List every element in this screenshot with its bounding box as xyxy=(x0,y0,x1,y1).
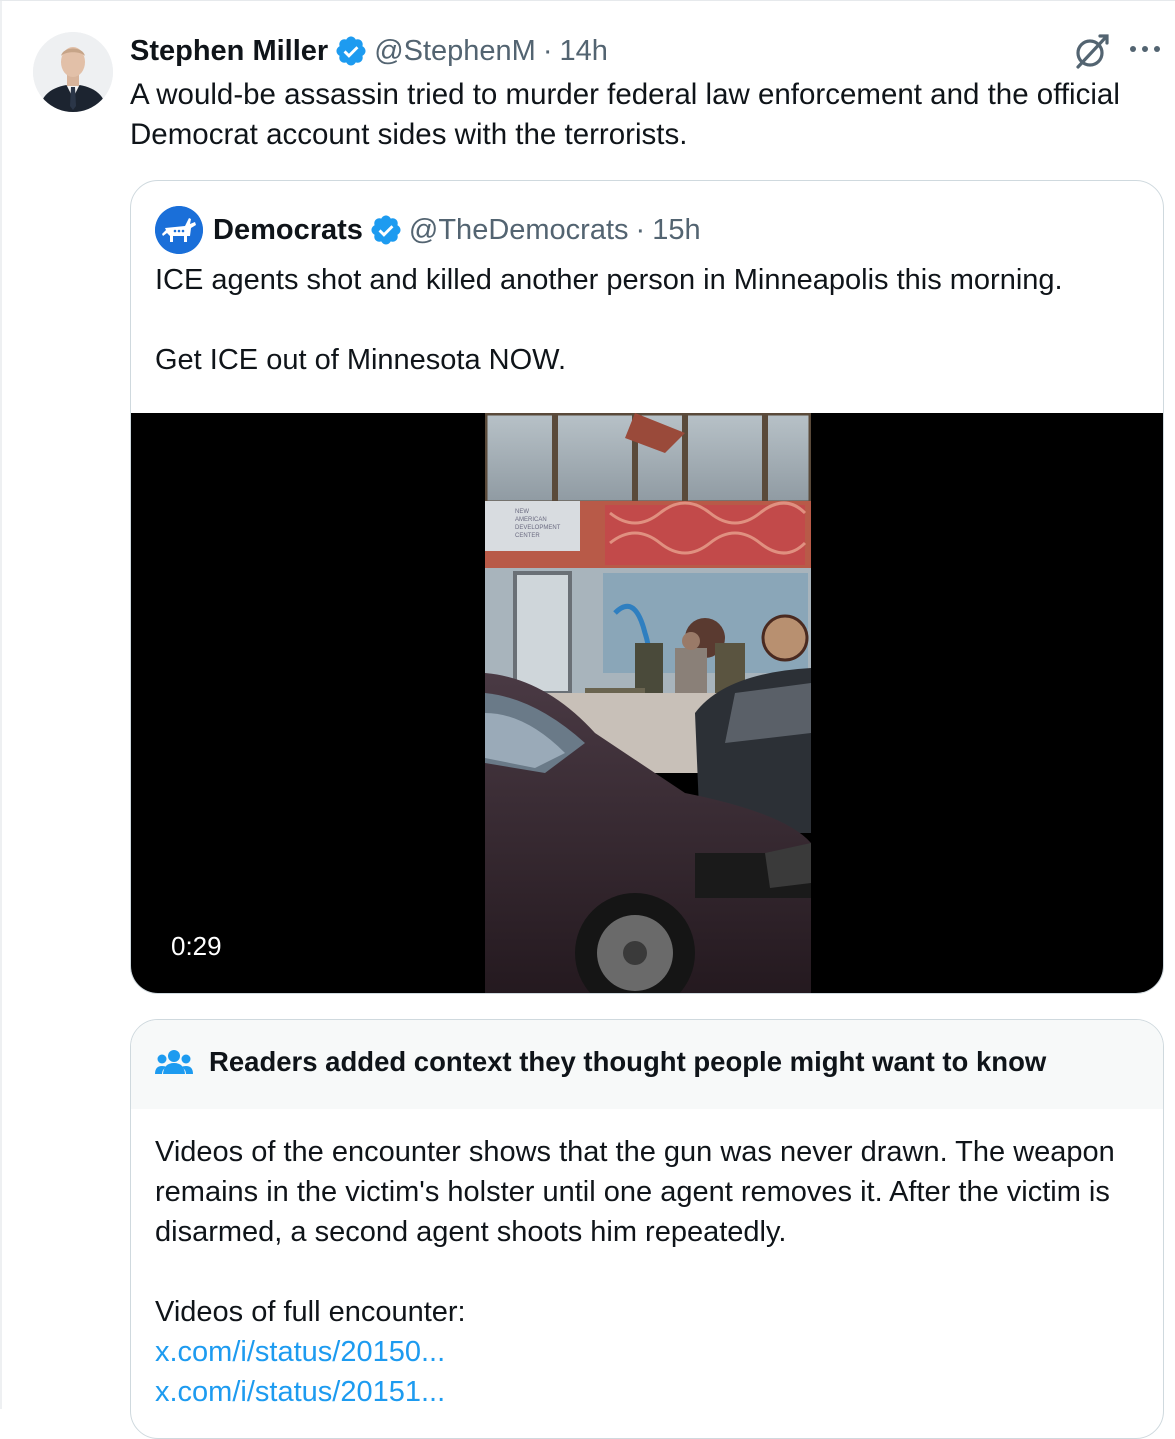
community-note-body: Videos of the encounter shows that the g… xyxy=(155,1132,1145,1412)
quoted-post-timestamp[interactable]: 15h xyxy=(652,214,700,247)
people-icon xyxy=(155,1048,193,1080)
quoted-verified-badge-icon[interactable] xyxy=(369,213,403,247)
quoted-post-text: ICE agents shot and killed another perso… xyxy=(155,260,1145,380)
post-container[interactable]: Stephen Miller @StephenM · 14h A would-b… xyxy=(0,0,1175,1439)
community-note-link-1[interactable]: x.com/i/status/20150... xyxy=(155,1332,1145,1372)
post-header: Stephen Miller @StephenM · 14h xyxy=(130,29,608,73)
quoted-post-header: Democrats @TheDemocrats · 15h xyxy=(213,208,701,252)
header-separator: · xyxy=(542,34,553,67)
quoted-header-separator: · xyxy=(635,213,646,246)
author-avatar-image xyxy=(33,32,113,112)
sign-line-2: AMERICAN xyxy=(515,517,547,523)
quoted-post-text-line1: ICE agents shot and killed another perso… xyxy=(155,264,1063,296)
more-options-icon[interactable] xyxy=(1128,39,1162,59)
community-note-header: Readers added context they thought peopl… xyxy=(131,1020,1163,1109)
author-handle[interactable]: @StephenM xyxy=(374,35,536,68)
quoted-author-avatar[interactable] xyxy=(155,206,203,254)
quoted-post-text-line2: Get ICE out of Minnesota NOW. xyxy=(155,344,566,376)
sign-line-4: CENTER xyxy=(515,533,540,539)
quoted-author-handle[interactable]: @TheDemocrats xyxy=(409,214,629,247)
timeline-divider xyxy=(0,1,2,1409)
community-note-link-2[interactable]: x.com/i/status/20151... xyxy=(155,1372,1145,1412)
quoted-post[interactable]: Democrats @TheDemocrats · 15h ICE agents… xyxy=(130,180,1164,994)
community-note-text: Videos of the encounter shows that the g… xyxy=(155,1136,1115,1248)
donkey-logo-icon xyxy=(155,206,203,254)
author-avatar[interactable] xyxy=(33,32,113,112)
video-duration: 0:29 xyxy=(171,931,222,961)
video-player[interactable]: NEW AMERICAN DEVELOPMENT CENTER 0:29 xyxy=(131,413,1163,993)
grok-icon[interactable] xyxy=(1070,31,1112,73)
sign-line-3: DEVELOPMENT xyxy=(515,525,561,531)
author-name[interactable]: Stephen Miller xyxy=(130,35,328,68)
verified-badge-icon[interactable] xyxy=(334,34,368,68)
community-note-title: Readers added context they thought peopl… xyxy=(209,1046,1047,1077)
post-text: A would-be assassin tried to murder fede… xyxy=(130,78,1120,151)
post-timestamp[interactable]: 14h xyxy=(560,35,608,68)
video-thumbnail: NEW AMERICAN DEVELOPMENT CENTER xyxy=(485,413,811,993)
quoted-author-name[interactable]: Democrats xyxy=(213,214,363,247)
community-note: Readers added context they thought peopl… xyxy=(130,1019,1164,1439)
sign-line-1: NEW xyxy=(515,509,529,515)
community-note-links-label: Videos of full encounter: xyxy=(155,1296,466,1328)
